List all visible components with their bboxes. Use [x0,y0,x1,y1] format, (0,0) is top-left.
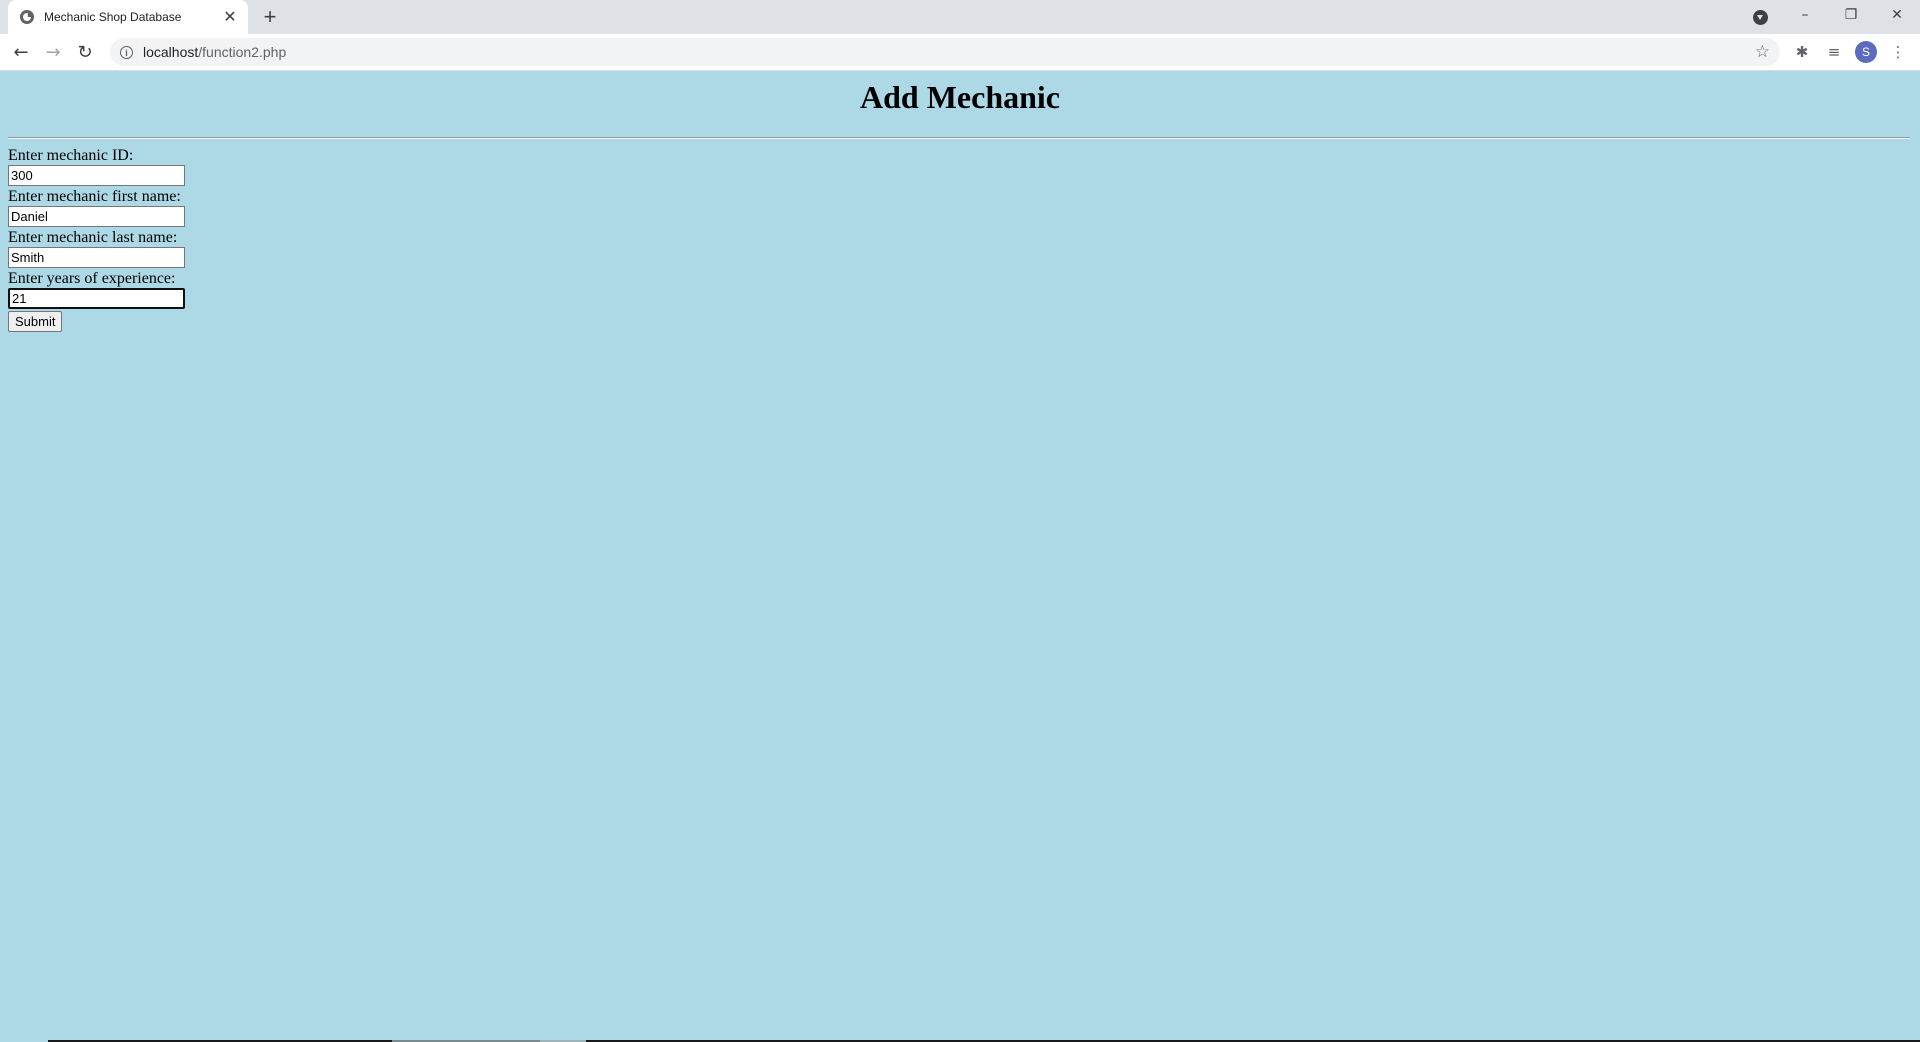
submit-button[interactable]: Submit [8,311,63,332]
page-content: Add Mechanic Enter mechanic ID: Enter me… [0,71,1920,1042]
close-window-button[interactable]: ✕ [1874,0,1920,30]
globe-icon [20,10,34,24]
bookmark-star-icon[interactable]: ☆ [1755,42,1770,62]
last-name-input[interactable] [8,247,185,268]
mechanic-id-input[interactable] [8,165,185,186]
last-name-label: Enter mechanic last name: [8,229,178,246]
add-mechanic-form: Enter mechanic ID: Enter mechanic first … [8,147,185,332]
experience-input[interactable] [8,288,185,309]
window-controls: – ❐ ✕ [1782,0,1920,30]
tab-title: Mechanic Shop Database [44,10,182,24]
experience-label: Enter years of experience: [8,270,176,287]
page-title: Add Mechanic [860,79,1060,115]
mechanic-id-label: Enter mechanic ID: [8,147,134,164]
minimize-button[interactable]: – [1782,0,1828,30]
url-host: localhost [143,44,199,60]
profile-avatar[interactable]: S [1854,40,1878,64]
restore-button[interactable]: ❐ [1828,0,1874,30]
horizontal-rule [8,137,1910,139]
back-arrow-icon[interactable]: ← [9,40,33,64]
extensions-puzzle-icon[interactable]: ✱ [1790,40,1814,64]
tab-close-icon[interactable]: ✕ [220,7,240,27]
forward-arrow-icon[interactable]: → [41,40,65,64]
kebab-menu-icon[interactable]: ⋮ [1886,40,1910,64]
address-bar[interactable]: i localhost/function2.php ☆ [110,38,1780,66]
browser-toolbar: ← → ↻ i localhost/function2.php ☆ ✱ ≡ S … [0,34,1920,71]
tab-search-icon[interactable] [1750,7,1770,27]
toolbar-actions: ✱ ≡ S ⋮ [1790,40,1910,64]
media-queue-icon[interactable]: ≡ [1822,40,1846,64]
browser-tab[interactable]: Mechanic Shop Database ✕ [8,0,248,34]
tab-strip: Mechanic Shop Database ✕ + – ❐ ✕ [0,0,1920,34]
first-name-input[interactable] [8,206,185,227]
avatar: S [1855,41,1877,63]
first-name-label: Enter mechanic first name: [8,188,181,205]
url-path: /function2.php [198,44,287,60]
reload-icon[interactable]: ↻ [73,40,97,64]
new-tab-button[interactable]: + [258,4,282,29]
site-info-icon[interactable]: i [120,45,133,59]
